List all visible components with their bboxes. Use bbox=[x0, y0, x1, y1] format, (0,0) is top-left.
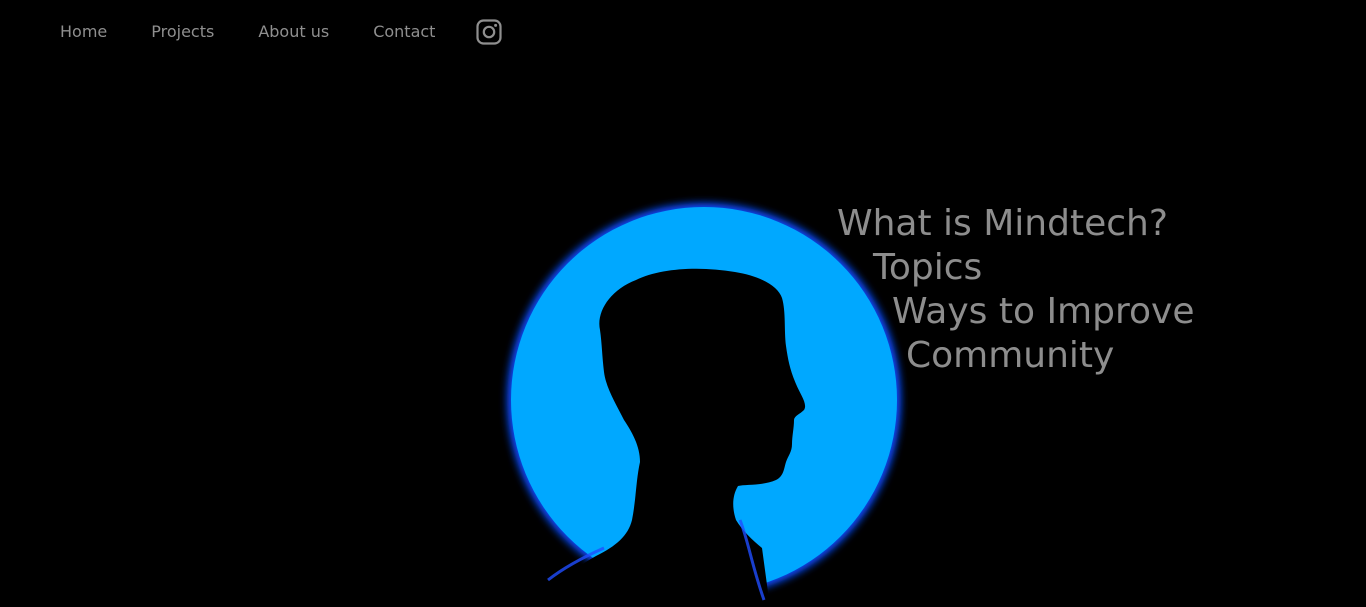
community-link[interactable]: Community bbox=[906, 338, 1114, 374]
ways-to-improve-link[interactable]: Ways to Improve bbox=[892, 294, 1194, 330]
topics-link[interactable]: Topics bbox=[873, 250, 982, 286]
what-is-mindtech-link[interactable]: What is Mindtech? bbox=[837, 206, 1168, 242]
page: Home Projects About us Contact What is M… bbox=[0, 0, 1366, 607]
hero-menu: What is Mindtech? Topics Ways to Improve… bbox=[0, 0, 1366, 607]
